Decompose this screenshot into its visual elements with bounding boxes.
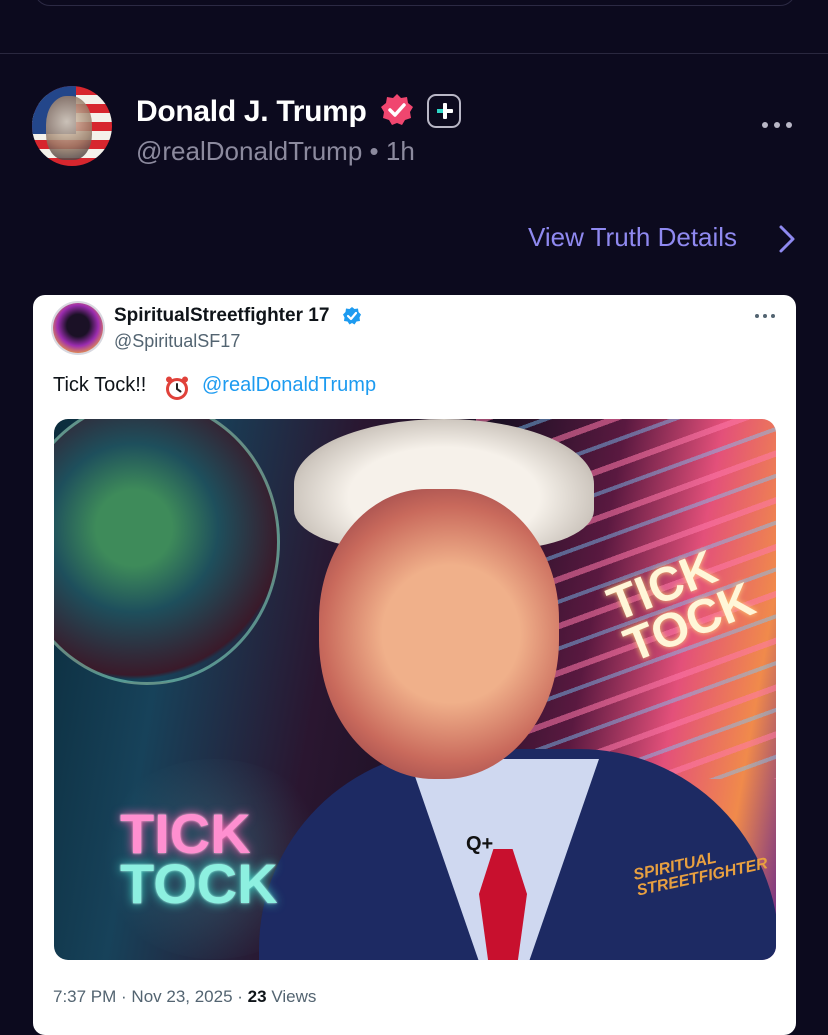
view-truth-details-link[interactable]: View Truth Details — [528, 222, 737, 253]
embed-author-name[interactable]: SpiritualStreetfighter 17 — [114, 305, 329, 327]
embed-mention-link[interactable]: @realDonaldTrump — [202, 374, 376, 397]
author-handle-line: @realDonaldTrump • 1h — [136, 136, 415, 167]
embed-footer: 7:37 PM · Nov 23, 2025 · 23 Views — [53, 987, 316, 1007]
portrait-head — [319, 489, 559, 779]
image-text-left: TICK TOCK — [120, 802, 278, 915]
embed-author-handle[interactable]: @SpiritualSF17 — [114, 331, 240, 352]
embedded-image[interactable]: TICK TOCK TICK TOCK Q+ SPIRITUAL STREETF… — [54, 419, 776, 960]
embed-text: Tick Tock!! — [53, 374, 147, 396]
clock-illustration — [54, 419, 280, 685]
verified-icon — [381, 94, 413, 125]
views-count: 23 — [247, 987, 267, 1006]
separator: • — [369, 136, 379, 166]
search-input[interactable] — [34, 0, 796, 6]
views-label: Views — [271, 987, 317, 1006]
alarm-clock-icon — [166, 376, 188, 400]
post-time[interactable]: 1h — [386, 136, 415, 166]
author-handle[interactable]: @realDonaldTrump — [136, 136, 362, 166]
embed-timestamp: 7:37 PM · Nov 23, 2025 · — [53, 987, 243, 1006]
more-icon[interactable] — [762, 119, 792, 131]
verified-icon — [343, 307, 361, 325]
embedded-post-card[interactable]: SpiritualStreetfighter 17 @SpiritualSF17… — [33, 295, 796, 1035]
avatar[interactable] — [32, 86, 112, 166]
image-pin-text: Q+ — [466, 833, 494, 855]
chevron-right-icon[interactable] — [778, 224, 796, 254]
author-name[interactable]: Donald J. Trump — [136, 95, 367, 129]
more-icon[interactable] — [753, 313, 777, 321]
plus-icon — [427, 94, 461, 128]
embed-avatar[interactable] — [53, 303, 103, 353]
divider — [0, 53, 828, 54]
